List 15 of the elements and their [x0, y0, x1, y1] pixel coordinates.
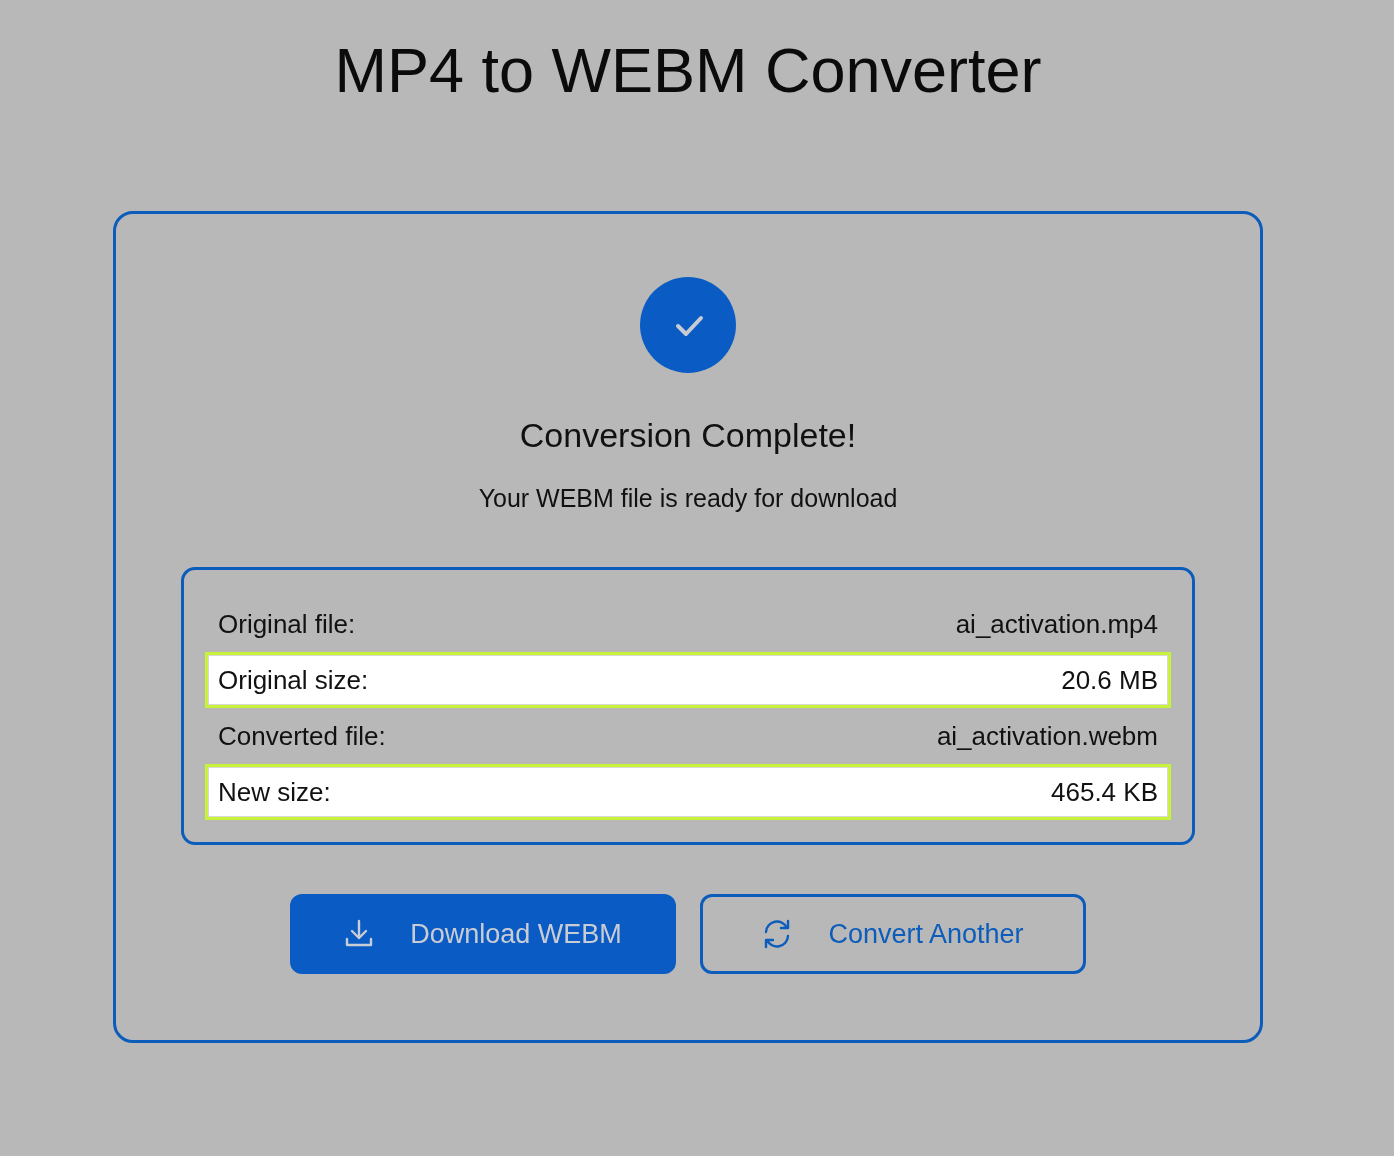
detail-value: ai_activation.webm: [936, 720, 1158, 752]
detail-value: 20.6 MB: [1061, 664, 1158, 696]
convert-another-button[interactable]: Convert Another: [700, 894, 1086, 974]
detail-value: ai_activation.mp4: [955, 608, 1158, 640]
page-title: MP4 to WEBM Converter: [334, 34, 1042, 106]
status-message: Your WEBM file is ready for download: [478, 483, 898, 514]
detail-label: Original size:: [218, 664, 369, 696]
detail-label: Original file:: [218, 608, 356, 640]
detail-label: Converted file:: [218, 720, 386, 752]
download-button[interactable]: Download WEBM: [290, 894, 676, 974]
detail-label: New size:: [218, 776, 331, 808]
status-heading: Conversion Complete!: [519, 415, 857, 456]
success-check-icon: [640, 277, 736, 373]
detail-value: 465.4 KB: [1051, 776, 1158, 808]
download-icon: [344, 919, 375, 949]
